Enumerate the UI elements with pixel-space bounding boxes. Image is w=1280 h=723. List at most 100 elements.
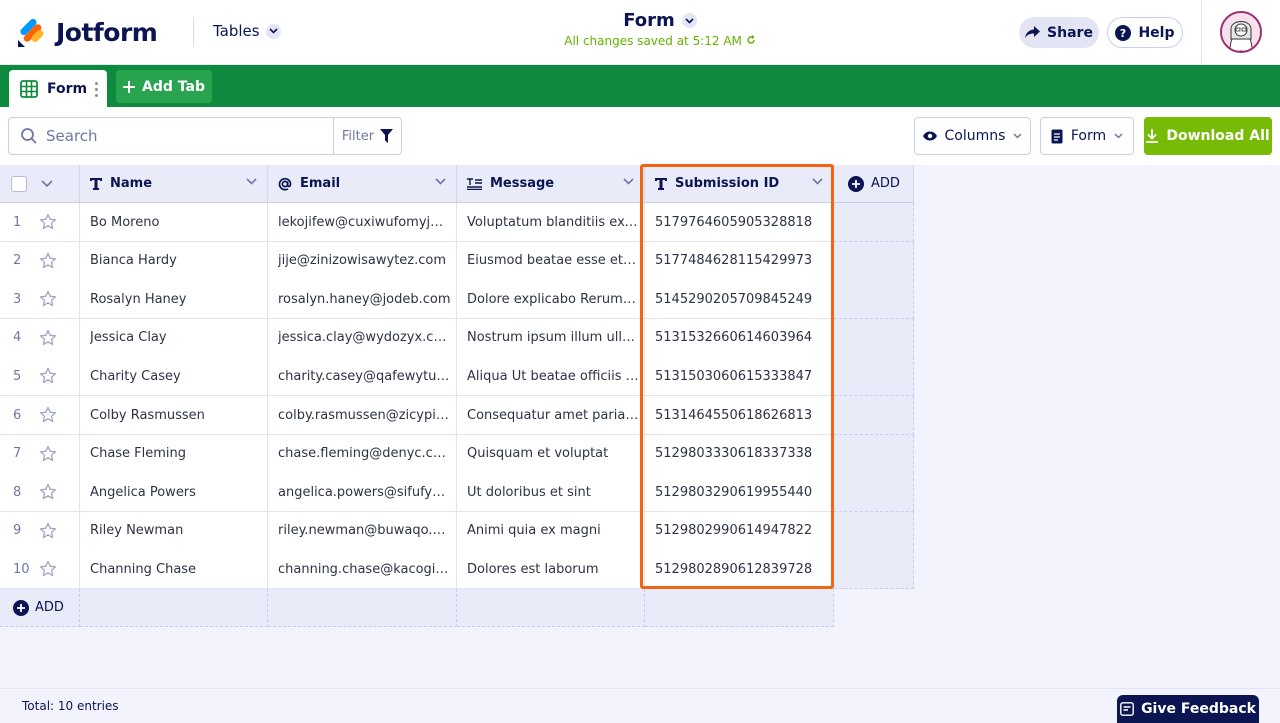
cell-name[interactable]: Bo Moreno bbox=[80, 203, 268, 242]
cell-message[interactable]: Voluptatum blanditiis exce... bbox=[457, 203, 645, 242]
cell-message-text: Consequatur amet pariatu... bbox=[467, 407, 639, 423]
cell-message[interactable]: Aliqua Ut beatae officiis vi... bbox=[457, 357, 645, 397]
cell-email[interactable]: jessica.clay@wydozyx.com bbox=[268, 318, 457, 358]
cell-name[interactable]: Rosalyn Haney bbox=[80, 280, 268, 320]
cell-name[interactable]: Bianca Hardy bbox=[80, 241, 268, 281]
chevron-down-icon[interactable] bbox=[435, 178, 446, 185]
cell-submission-id[interactable]: 5129803330618337338 bbox=[645, 434, 834, 474]
cell-email[interactable]: rosalyn.haney@jodeb.com bbox=[268, 280, 457, 320]
cell-message[interactable]: Dolores est laborum bbox=[457, 550, 645, 590]
chevron-down-icon[interactable] bbox=[246, 178, 257, 185]
add-tab-button[interactable]: Add Tab bbox=[116, 70, 212, 103]
table-row[interactable]: 5 Charity Casey charity.casey@qafewytu.c..… bbox=[0, 357, 914, 397]
cell-name[interactable]: Channing Chase bbox=[80, 550, 268, 590]
cell-email[interactable]: chase.fleming@denyc.com bbox=[268, 434, 457, 474]
cell-name[interactable]: Chase Fleming bbox=[80, 434, 268, 474]
star-icon[interactable] bbox=[39, 329, 57, 347]
star-icon[interactable] bbox=[39, 483, 57, 501]
table-row[interactable]: 1 Bo Moreno lekojifew@cuxiwufomyje.c... Vol… bbox=[0, 203, 914, 242]
cell-email[interactable]: colby.rasmussen@zicypiky... bbox=[268, 396, 457, 435]
column-header-name[interactable]: Name bbox=[80, 165, 268, 203]
table-row[interactable]: 9 Riley Newman riley.newman@buwaqo.com Anim… bbox=[0, 511, 914, 551]
brand-name: Jotform bbox=[56, 17, 158, 47]
cell-message[interactable]: Dolore explicabo Rerum n... bbox=[457, 280, 645, 320]
cell-email[interactable]: charity.casey@qafewytu.c... bbox=[268, 357, 457, 397]
table-row[interactable]: 8 Angelica Powers angelica.powers@sifufyxi… bbox=[0, 473, 914, 513]
jotform-logo[interactable]: Jotform bbox=[16, 16, 158, 48]
cell-submission-id[interactable]: 5129802990614947822 bbox=[645, 511, 834, 551]
table-row[interactable]: 3 Rosalyn Haney rosalyn.haney@jodeb.com Dol… bbox=[0, 280, 914, 320]
chevron-down-icon[interactable] bbox=[623, 178, 634, 185]
column-header-label: Email bbox=[300, 176, 341, 191]
cell-name-text: Colby Rasmussen bbox=[90, 407, 205, 423]
cell-message[interactable]: Ut doloribus et sint bbox=[457, 473, 645, 513]
tab-form[interactable]: Form bbox=[9, 70, 107, 107]
columns-button[interactable]: Columns bbox=[914, 117, 1031, 155]
star-icon[interactable] bbox=[39, 367, 57, 385]
search-input[interactable] bbox=[46, 127, 316, 145]
cell-message[interactable]: Nostrum ipsum illum ullam... bbox=[457, 318, 645, 358]
share-button[interactable]: Share bbox=[1019, 17, 1099, 48]
tables-menu-button[interactable]: Tables bbox=[213, 22, 281, 40]
cell-submission-id[interactable]: 5129803290619955440 bbox=[645, 473, 834, 513]
star-icon[interactable] bbox=[39, 290, 57, 308]
star-icon[interactable] bbox=[39, 213, 57, 231]
cell-email[interactable]: jije@zinizowisawytez.com bbox=[268, 241, 457, 281]
cell-submission-id[interactable]: 5177484628115429973 bbox=[645, 241, 834, 281]
table-row[interactable]: 4 Jessica Clay jessica.clay@wydozyx.com Nos… bbox=[0, 318, 914, 358]
table-row[interactable]: 7 Chase Fleming chase.fleming@denyc.com Qui… bbox=[0, 434, 914, 474]
cell-message-text: Quisquam et voluptat bbox=[467, 446, 609, 462]
row-number: 3 bbox=[13, 291, 22, 307]
form-title-button[interactable]: Form bbox=[623, 10, 697, 31]
chevron-down-icon[interactable] bbox=[41, 180, 53, 188]
add-row-button[interactable]: ADD bbox=[0, 589, 80, 627]
cell-message[interactable]: Quisquam et voluptat bbox=[457, 434, 645, 474]
cell-message[interactable]: Eiusmod beatae esse et co... bbox=[457, 241, 645, 281]
row-number: 10 bbox=[13, 561, 30, 577]
column-header-submission-id[interactable]: Submission ID bbox=[645, 165, 834, 203]
chevron-down-icon[interactable] bbox=[812, 178, 823, 185]
footer: Total: 10 entries Give Feedback bbox=[0, 688, 1280, 723]
filter-button[interactable]: Filter bbox=[333, 117, 402, 155]
chevron-down-icon bbox=[265, 23, 281, 39]
cell-email[interactable]: riley.newman@buwaqo.com bbox=[268, 511, 457, 551]
cell-email[interactable]: lekojifew@cuxiwufomyje.c... bbox=[268, 203, 457, 242]
star-icon[interactable] bbox=[39, 522, 57, 540]
user-avatar[interactable] bbox=[1220, 11, 1262, 53]
star-icon[interactable] bbox=[39, 560, 57, 578]
cell-name[interactable]: Charity Casey bbox=[80, 357, 268, 397]
total-entries: Total: 10 entries bbox=[22, 699, 119, 713]
cell-email[interactable]: channing.chase@kacogitu... bbox=[268, 550, 457, 590]
cell-submission-id[interactable]: 5131532660614603964 bbox=[645, 318, 834, 358]
cell-name[interactable]: Riley Newman bbox=[80, 511, 268, 551]
table-row[interactable]: 2 Bianca Hardy jije@zinizowisawytez.com Eiu… bbox=[0, 241, 914, 281]
cell-message[interactable]: Consequatur amet pariatu... bbox=[457, 396, 645, 435]
star-icon[interactable] bbox=[39, 445, 57, 463]
cell-name[interactable]: Colby Rasmussen bbox=[80, 396, 268, 435]
cell-name[interactable]: Jessica Clay bbox=[80, 318, 268, 358]
give-feedback-button[interactable]: Give Feedback bbox=[1117, 695, 1259, 723]
table-row[interactable]: 6 Colby Rasmussen colby.rasmussen@zicypiky… bbox=[0, 396, 914, 435]
cell-email[interactable]: angelica.powers@sifufyxi... bbox=[268, 473, 457, 513]
cell-submission-id[interactable]: 5179764605905328818 bbox=[645, 203, 834, 242]
form-select-button[interactable]: Form bbox=[1040, 117, 1134, 155]
cell-message[interactable]: Animi quia ex magni bbox=[457, 511, 645, 551]
add-column-button[interactable]: ADD bbox=[834, 165, 914, 203]
download-all-button[interactable]: Download All bbox=[1144, 117, 1272, 155]
tables-label: Tables bbox=[213, 22, 260, 40]
cell-submission-id[interactable]: 5145290205709845249 bbox=[645, 280, 834, 320]
column-header-message[interactable]: Message bbox=[457, 165, 645, 203]
cell-submission-id[interactable]: 5131503060615333847 bbox=[645, 357, 834, 397]
column-header-email[interactable]: Email bbox=[268, 165, 457, 203]
cell-submission-id[interactable]: 5129802890612839728 bbox=[645, 550, 834, 590]
text-type-icon bbox=[655, 177, 667, 190]
cell-submission-id[interactable]: 5131464550618626813 bbox=[645, 396, 834, 435]
more-options-icon[interactable] bbox=[95, 82, 99, 97]
cell-name[interactable]: Angelica Powers bbox=[80, 473, 268, 513]
select-all-checkbox[interactable] bbox=[11, 176, 27, 192]
help-button[interactable]: ? Help bbox=[1107, 17, 1183, 48]
star-icon[interactable] bbox=[39, 406, 57, 424]
table-row[interactable]: 10 Channing Chase channing.chase@kacogitu.… bbox=[0, 550, 914, 590]
star-icon[interactable] bbox=[39, 252, 57, 270]
help-label: Help bbox=[1138, 24, 1175, 41]
